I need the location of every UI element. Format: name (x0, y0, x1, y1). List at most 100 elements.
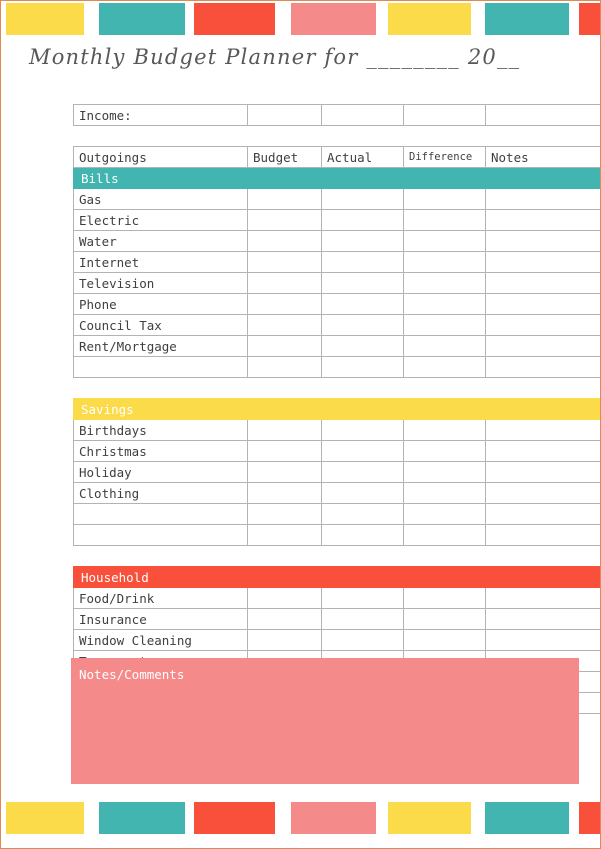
cell-label[interactable]: Council Tax (73, 314, 248, 336)
cell-budget[interactable] (247, 293, 322, 315)
spacer-cell (73, 377, 248, 399)
cell-actual[interactable] (321, 293, 404, 315)
cell-notes[interactable] (485, 503, 600, 525)
cell-difference[interactable] (403, 608, 486, 630)
cell-label[interactable]: Phone (73, 293, 248, 315)
cell-notes[interactable] (485, 209, 600, 231)
cell-budget[interactable] (247, 188, 322, 210)
cell-actual[interactable] (321, 461, 404, 483)
cell-label[interactable]: Internet (73, 251, 248, 273)
cell-notes[interactable] (485, 104, 600, 126)
cell-budget[interactable] (247, 503, 322, 525)
cell-actual[interactable] (321, 629, 404, 651)
cell-notes[interactable] (485, 608, 600, 630)
cell-budget[interactable] (247, 230, 322, 252)
cell-notes[interactable] (485, 230, 600, 252)
cell-notes[interactable] (485, 419, 600, 441)
cell-label[interactable]: Income: (73, 104, 248, 126)
cell-actual[interactable] (321, 482, 404, 504)
swatch-red (194, 3, 275, 35)
cell-label[interactable]: Clothing (73, 482, 248, 504)
cell-notes[interactable] (485, 356, 600, 378)
cell-difference[interactable] (403, 209, 486, 231)
cell-label[interactable]: Holiday (73, 461, 248, 483)
cell-difference[interactable] (403, 272, 486, 294)
cell-notes[interactable] (485, 482, 600, 504)
cell-label[interactable]: Window Cleaning (73, 629, 248, 651)
cell-notes[interactable] (485, 524, 600, 546)
cell-actual[interactable] (321, 272, 404, 294)
cell-budget[interactable] (247, 524, 322, 546)
cell-difference[interactable] (403, 356, 486, 378)
cell-difference[interactable] (403, 335, 486, 357)
cell-difference[interactable] (403, 503, 486, 525)
cell-notes[interactable] (485, 335, 600, 357)
column-header-label: Outgoings (73, 146, 248, 168)
cell-actual[interactable] (321, 608, 404, 630)
cell-actual[interactable] (321, 335, 404, 357)
cell-difference[interactable] (403, 440, 486, 462)
cell-budget[interactable] (247, 419, 322, 441)
cell-actual[interactable] (321, 188, 404, 210)
cell-notes[interactable] (485, 587, 600, 609)
cell-difference[interactable] (403, 629, 486, 651)
cell-actual[interactable] (321, 314, 404, 336)
cell-actual[interactable] (321, 587, 404, 609)
cell-notes[interactable] (485, 314, 600, 336)
cell-difference[interactable] (403, 587, 486, 609)
cell-label[interactable]: Christmas (73, 440, 248, 462)
cell-actual[interactable] (321, 230, 404, 252)
cell-budget[interactable] (247, 251, 322, 273)
cell-difference[interactable] (403, 293, 486, 315)
cell-notes[interactable] (485, 251, 600, 273)
cell-difference[interactable] (403, 251, 486, 273)
cell-budget[interactable] (247, 209, 322, 231)
table-row: Insurance (73, 608, 600, 630)
cell-budget[interactable] (247, 104, 322, 126)
cell-label[interactable]: Water (73, 230, 248, 252)
cell-actual[interactable] (321, 356, 404, 378)
cell-notes[interactable] (485, 293, 600, 315)
cell-difference[interactable] (403, 524, 486, 546)
cell-notes[interactable] (485, 440, 600, 462)
cell-actual[interactable] (321, 524, 404, 546)
cell-actual[interactable] (321, 251, 404, 273)
cell-budget[interactable] (247, 272, 322, 294)
cell-budget[interactable] (247, 587, 322, 609)
cell-actual[interactable] (321, 440, 404, 462)
cell-budget[interactable] (247, 482, 322, 504)
cell-actual[interactable] (321, 209, 404, 231)
cell-budget[interactable] (247, 461, 322, 483)
cell-actual[interactable] (321, 104, 404, 126)
cell-budget[interactable] (247, 608, 322, 630)
cell-label[interactable]: Television (73, 272, 248, 294)
cell-budget[interactable] (247, 335, 322, 357)
cell-label[interactable]: Food/Drink (73, 587, 248, 609)
cell-notes[interactable] (485, 629, 600, 651)
cell-budget[interactable] (247, 314, 322, 336)
cell-budget[interactable] (247, 440, 322, 462)
cell-difference[interactable] (403, 104, 486, 126)
cell-difference[interactable] (403, 314, 486, 336)
cell-label[interactable] (73, 503, 248, 525)
cell-label[interactable]: Gas (73, 188, 248, 210)
cell-difference[interactable] (403, 188, 486, 210)
cell-notes[interactable] (485, 272, 600, 294)
cell-budget[interactable] (247, 629, 322, 651)
cell-notes[interactable] (485, 461, 600, 483)
cell-label[interactable]: Birthdays (73, 419, 248, 441)
cell-difference[interactable] (403, 461, 486, 483)
cell-label[interactable] (73, 356, 248, 378)
cell-difference[interactable] (403, 482, 486, 504)
cell-difference[interactable] (403, 419, 486, 441)
cell-label[interactable]: Rent/Mortgage (73, 335, 248, 357)
cell-actual[interactable] (321, 419, 404, 441)
cell-notes[interactable] (485, 188, 600, 210)
cell-actual[interactable] (321, 503, 404, 525)
notes-comments-box[interactable]: Notes/Comments (71, 658, 579, 784)
cell-label[interactable]: Insurance (73, 608, 248, 630)
cell-label[interactable]: Electric (73, 209, 248, 231)
cell-difference[interactable] (403, 230, 486, 252)
cell-budget[interactable] (247, 356, 322, 378)
cell-label[interactable] (73, 524, 248, 546)
